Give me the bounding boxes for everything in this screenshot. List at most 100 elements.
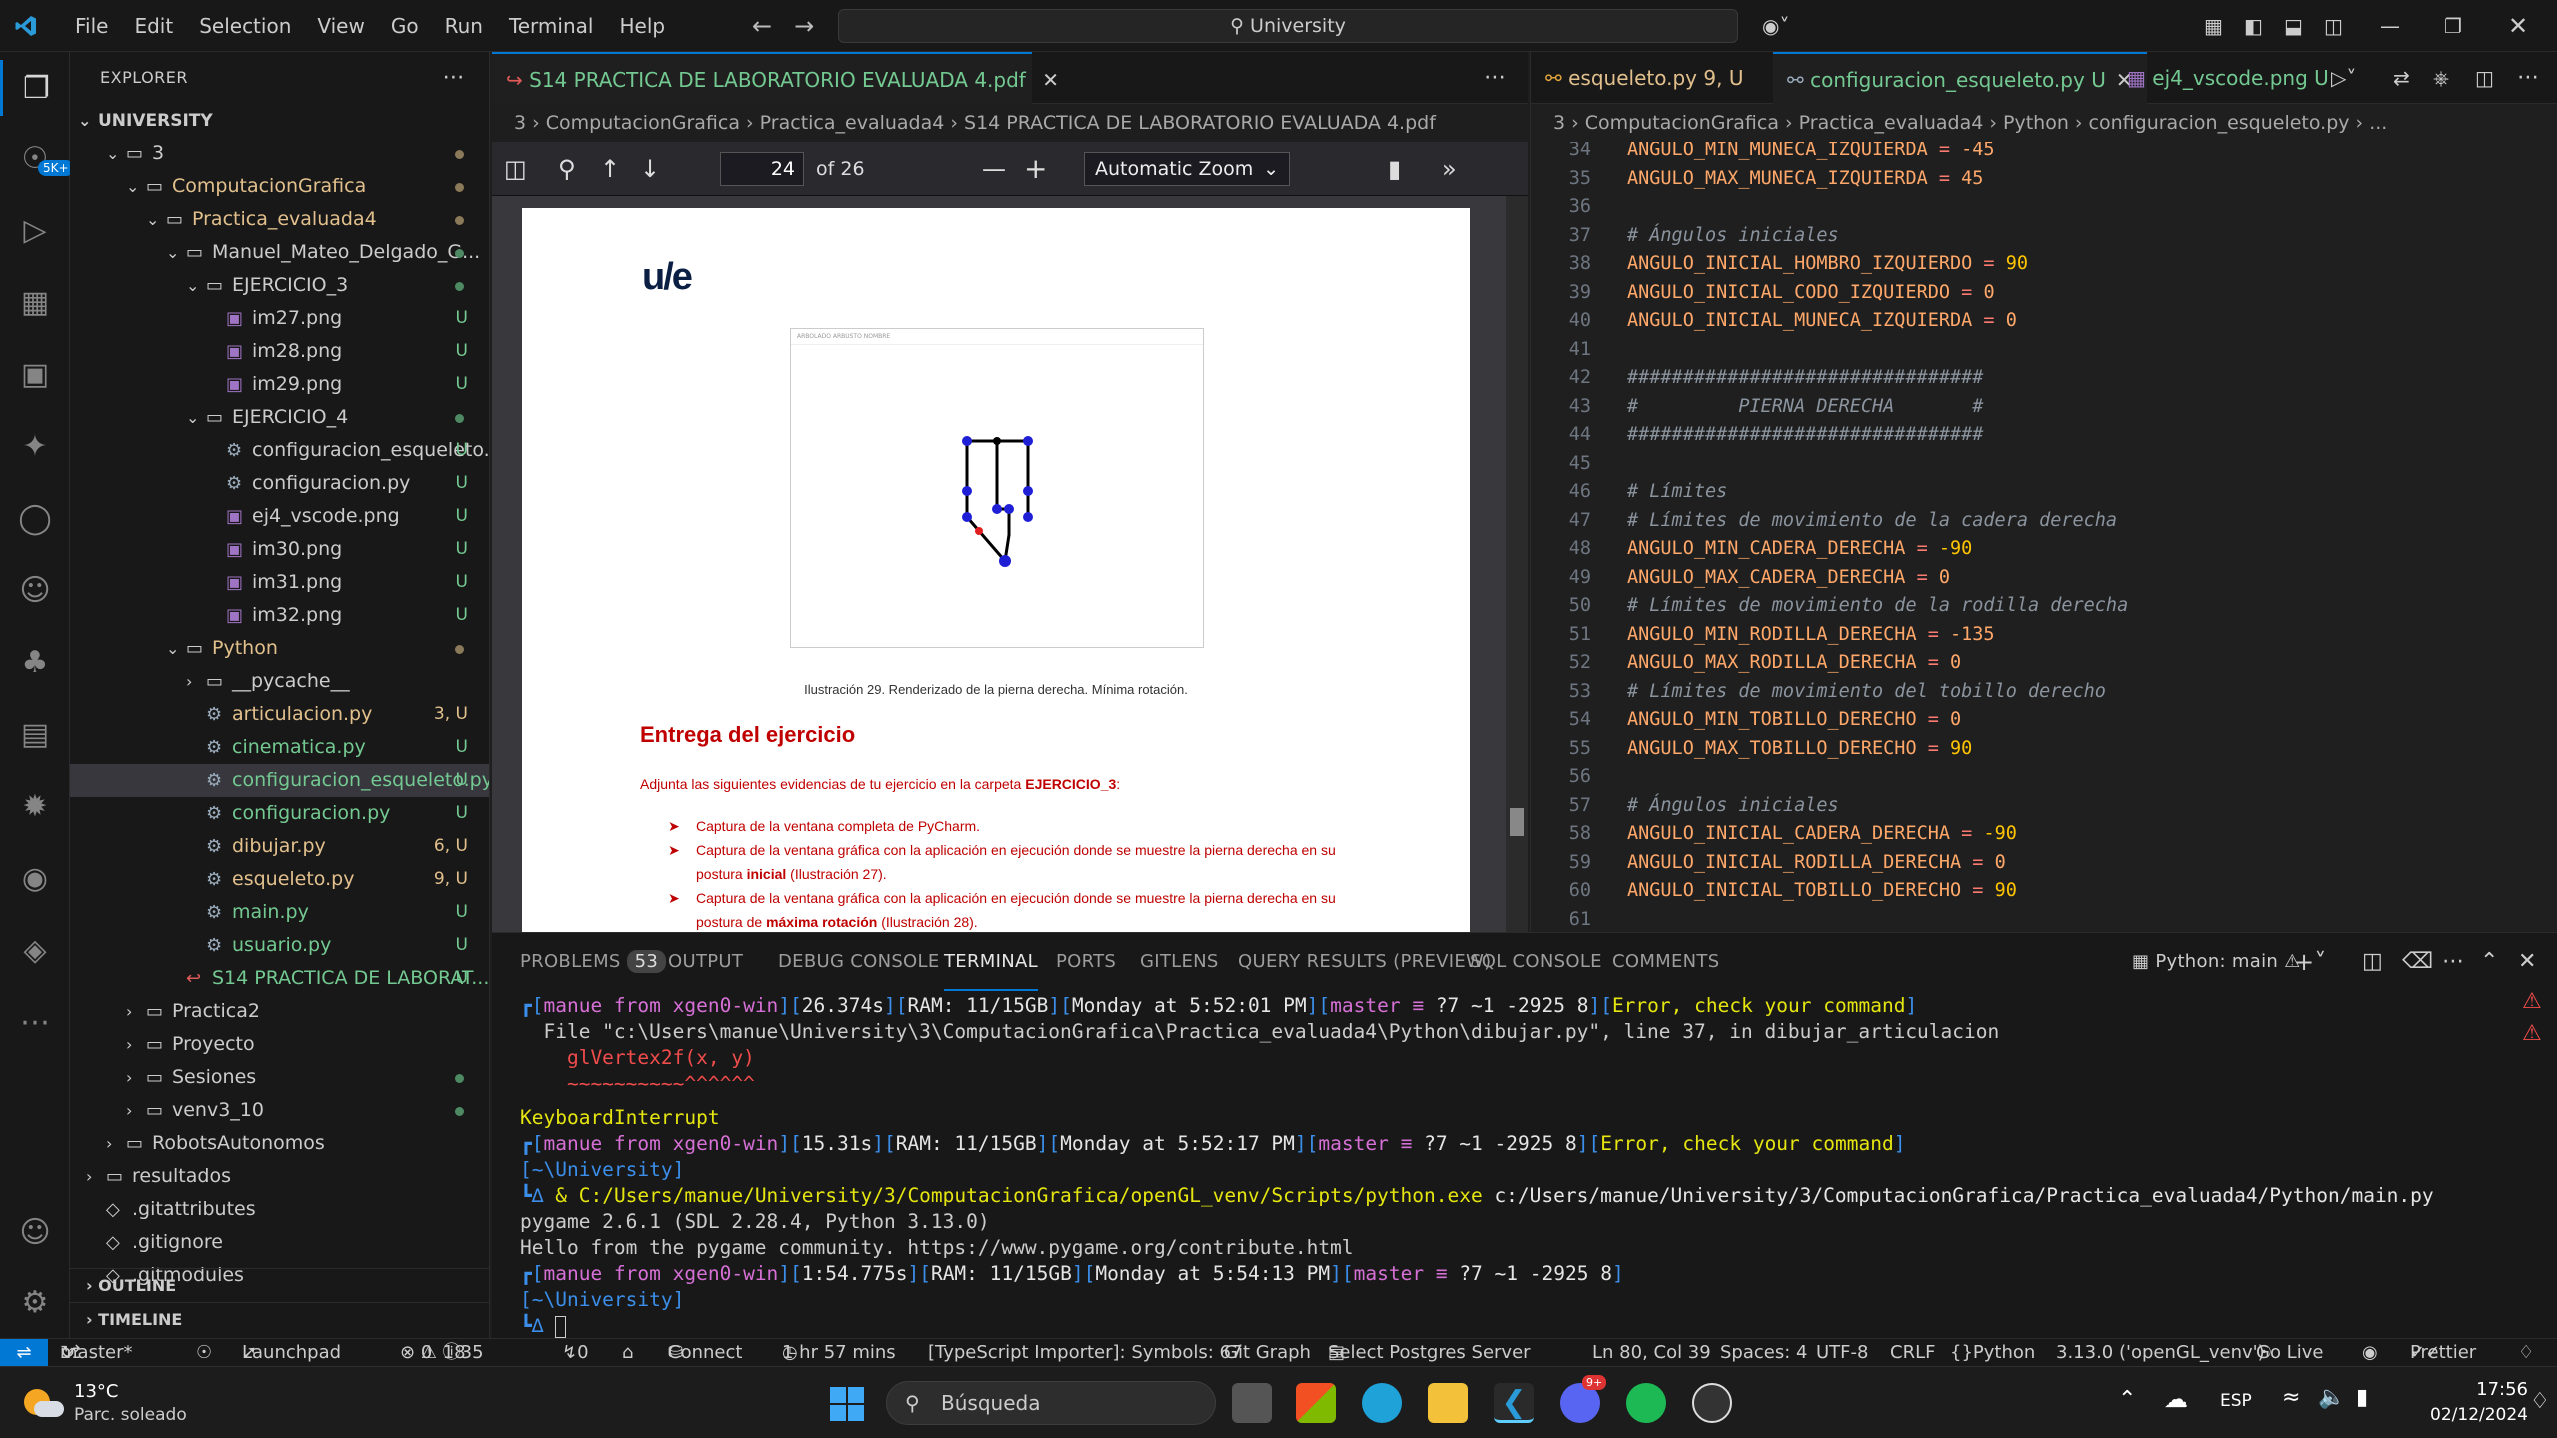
panel-more-icon[interactable]: ⋯ (2442, 933, 2464, 991)
wifi-icon[interactable]: ≈ (2282, 1385, 2300, 1410)
breadcrumb[interactable]: 3 › ComputacionGrafica › Practica_evalua… (492, 104, 1528, 142)
gitlens-icon[interactable]: ✦ (0, 418, 70, 474)
toggle-sidebar-icon[interactable]: ◧ (2244, 0, 2263, 52)
tree-item[interactable]: › ▭ venv3_10 (70, 1094, 489, 1127)
fork-icon[interactable]: ☉ (196, 1339, 212, 1367)
maximize-panel-icon[interactable]: ⌃ (2480, 933, 2499, 991)
language-mode[interactable]: {} Python (1950, 1339, 2035, 1367)
tree-item[interactable]: ↩ S14 PRACTICA DE LABORAT... U (70, 962, 489, 995)
windows-start-icon[interactable] (830, 1387, 864, 1421)
cursor-position[interactable]: Ln 80, Col 39 (1592, 1339, 1711, 1367)
tree-item[interactable]: ⚙ configuracion.py U (70, 797, 489, 830)
git-graph-button[interactable]: Git Graph (1224, 1339, 1311, 1367)
pdf-scrollbar[interactable] (1506, 196, 1528, 988)
keyboard-language[interactable]: ESP (2220, 1391, 2252, 1411)
taskbar-search[interactable]: ⚲ Búsqueda (886, 1381, 1216, 1425)
tree-item[interactable]: ⌄ ▭ 3 (70, 137, 489, 170)
editor-more-actions-icon[interactable]: ⋯ (1484, 52, 1506, 104)
kubernetes-icon[interactable]: ✹ (0, 778, 70, 834)
tree-item[interactable]: ⌄ ▭ Practica_evaluada4 (70, 203, 489, 236)
outline-section[interactable]: › OUTLINE (70, 1268, 489, 1301)
notifications-bell-icon[interactable]: ♢ (2518, 1339, 2534, 1367)
scroll-thumb[interactable] (1510, 808, 1524, 836)
tree-item[interactable]: › ▭ Proyecto (70, 1028, 489, 1061)
timeline-section[interactable]: › TIMELINE (70, 1302, 489, 1335)
tab-configuracion-esqueleto[interactable]: ⚯ configuracion_esqueleto.py U ✕ (1773, 52, 2147, 104)
tab-ports[interactable]: PORTS (1056, 933, 1116, 991)
home-icon[interactable]: ⌂ (622, 1339, 633, 1367)
tree-item[interactable]: ⌄ ▭ Manuel_Mateo_Delgado_G... (70, 236, 489, 269)
weather-sun-cloud-icon[interactable] (22, 1385, 64, 1421)
next-page-icon[interactable]: ↓ (640, 142, 660, 196)
remote-explorer-icon[interactable]: ▣ (0, 346, 70, 402)
tree-item[interactable]: ⚙ articulacion.py 3, U (70, 698, 489, 731)
kill-terminal-icon[interactable]: ⌫ (2402, 933, 2433, 991)
command-center-search[interactable]: ⚲ University (838, 9, 1738, 43)
tree-item[interactable]: › ▭ Sesiones (70, 1061, 489, 1094)
tree-item[interactable]: ◇ .gitattributes (70, 1193, 489, 1226)
zoom-select[interactable]: Automatic Zoom ⌄ (1084, 152, 1290, 186)
split-editor-icon[interactable]: ◫ (2475, 52, 2494, 104)
previous-page-icon[interactable]: ↑ (600, 142, 620, 196)
remote-indicator-icon[interactable]: ⇌ (0, 1339, 48, 1367)
battery-icon[interactable]: ▮ (2356, 1385, 2368, 1410)
tree-item[interactable]: ▣ im27.png U (70, 302, 489, 335)
tree-item[interactable]: › ▭ RobotsAutonomos (70, 1127, 489, 1160)
workspace-root[interactable]: ⌄ UNIVERSITY (70, 104, 489, 137)
postgres-icon[interactable]: ♣ (0, 634, 70, 690)
close-tab-icon[interactable]: ✕ (1042, 68, 1059, 92)
menu-run[interactable]: Run (432, 0, 496, 52)
tree-item[interactable]: › ▭ resultados (70, 1160, 489, 1193)
encoding[interactable]: UTF-8 (1816, 1339, 1868, 1367)
tree-item[interactable]: ⌄ ▭ Python (70, 632, 489, 665)
tree-item[interactable]: ▣ im32.png U (70, 599, 489, 632)
bookmarks-icon[interactable]: ▤ (0, 706, 70, 762)
tab-ej4-vscode[interactable]: ▦ ej4_vscode.png U (2113, 52, 2343, 104)
run-debug-icon[interactable]: ▷ (0, 202, 70, 258)
copilot-status-icon[interactable]: ◉ (2362, 1339, 2378, 1367)
tree-item[interactable]: ⚙ usuario.py U (70, 929, 489, 962)
weather-desc[interactable]: Parc. soleado (74, 1405, 187, 1425)
tree-item[interactable]: ⌄ ▭ ComputacionGrafica (70, 170, 489, 203)
close-panel-icon[interactable]: ✕ (2518, 933, 2537, 991)
tree-item[interactable]: ⚙ cinematica.py U (70, 731, 489, 764)
edge-browser-icon[interactable] (1362, 1383, 1402, 1423)
extensions-icon[interactable]: ▦ (0, 274, 70, 330)
tree-item[interactable]: ▣ im28.png U (70, 335, 489, 368)
task-view-icon[interactable] (1232, 1383, 1272, 1423)
tab-gitlens[interactable]: GITLENS (1140, 933, 1219, 991)
volume-muted-icon[interactable]: 🔈 (2318, 1385, 2345, 1410)
zoom-in-icon[interactable]: + (1024, 142, 1047, 196)
menu-view[interactable]: View (304, 0, 377, 52)
tab-comments[interactable]: COMMENTS (1612, 933, 1719, 991)
more-actions-icon[interactable]: ⋯ (443, 52, 466, 104)
tab-query-results[interactable]: QUERY RESULTS (PREVIEW) (1238, 933, 1491, 991)
menu-edit[interactable]: Edit (121, 0, 186, 52)
tab-problems[interactable]: PROBLEMS 53 (520, 933, 667, 991)
clock-date[interactable]: 02/12/2024 (2402, 1405, 2528, 1425)
vscode-taskbar-icon[interactable]: ❮ (1494, 1383, 1534, 1423)
file-explorer-icon[interactable] (1428, 1383, 1468, 1423)
tree-item[interactable]: ▣ im30.png U (70, 533, 489, 566)
toggle-panel-icon[interactable]: ⬓ (2284, 0, 2303, 52)
indentation[interactable]: Spaces: 4 (1720, 1339, 1807, 1367)
settings-gear-icon[interactable]: ⚙ (0, 1274, 70, 1330)
end-of-line[interactable]: CRLF (1890, 1339, 1935, 1367)
forward-arrow-icon[interactable]: → (794, 12, 814, 40)
close-window-icon[interactable]: ✕ (2508, 0, 2528, 52)
tab-sql-console[interactable]: SQL CONSOLE (1470, 933, 1602, 991)
tree-item[interactable]: ⚙ main.py U (70, 896, 489, 929)
gitlens-action-icon[interactable]: ⎈ (2433, 52, 2449, 104)
show-hidden-icons-chevron-icon[interactable]: ⌃ (2118, 1387, 2136, 1412)
terminal-warning-icon[interactable]: ⚠ (2522, 1021, 2542, 1046)
minimap-scroll[interactable] (2543, 200, 2549, 1000)
tree-item[interactable]: ◇ .gitignore (70, 1226, 489, 1259)
new-terminal-icon[interactable]: +˅ (2294, 933, 2327, 991)
terminal-shell-select[interactable]: ▦ Python: main ⚠ (2132, 933, 2301, 991)
menu-help[interactable]: Help (606, 0, 678, 52)
customize-layout-icon[interactable]: ▦ (2204, 0, 2223, 52)
tab-debug-console[interactable]: DEBUG CONSOLE (778, 933, 940, 991)
python-icon[interactable]: ◈ (0, 922, 70, 978)
github-icon[interactable]: ◉ (0, 850, 70, 906)
database-icon[interactable]: ◯ (0, 490, 70, 546)
